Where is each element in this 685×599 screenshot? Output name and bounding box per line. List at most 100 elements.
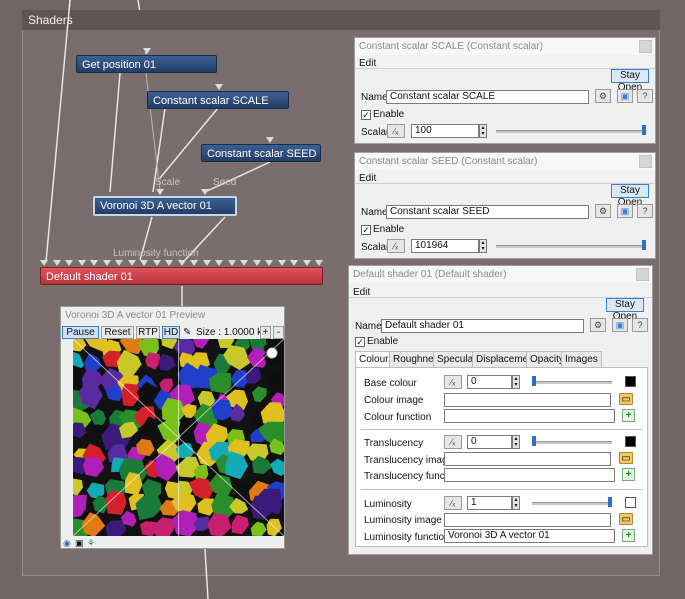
luminosity-function-field[interactable]: Voronoi 3D A vector 01	[444, 529, 615, 543]
close-icon[interactable]	[636, 268, 649, 281]
tab-colour[interactable]: Colour	[355, 351, 393, 368]
preview-render[interactable]	[73, 339, 284, 536]
shader-input-port[interactable]	[40, 260, 48, 266]
colour-image-field[interactable]	[444, 393, 611, 407]
hd-button[interactable]: HD	[162, 326, 180, 339]
translucency-field[interactable]: 0	[467, 435, 512, 449]
image-icon[interactable]: ▣	[617, 204, 633, 218]
enable-checkbox[interactable]: ✓	[361, 110, 371, 120]
node-input-port[interactable]	[156, 189, 164, 195]
node-input-port[interactable]	[215, 84, 223, 90]
folder-icon[interactable]: ▭	[619, 393, 633, 405]
node-get-position[interactable]: Get position 01	[76, 55, 217, 73]
shader-input-port[interactable]	[215, 260, 223, 266]
stay-open-button[interactable]: Stay Open	[611, 69, 649, 93]
luminosity-spinner[interactable]: ▴ ▾	[512, 496, 520, 510]
name-field[interactable]: Default shader 01	[381, 319, 584, 333]
luminosity-slider-thumb[interactable]	[608, 497, 612, 507]
camera-icon[interactable]: ▣	[75, 538, 84, 549]
translucency-spinner[interactable]: ▴ ▾	[512, 435, 520, 449]
shader-input-port[interactable]	[290, 260, 298, 266]
stay-open-button[interactable]: Stay Open	[611, 184, 649, 208]
luminosity-slider-track[interactable]	[532, 502, 612, 505]
scalar-field[interactable]: 100	[411, 124, 479, 138]
shader-input-port[interactable]	[252, 260, 261, 266]
base-colour-slider-thumb[interactable]	[532, 376, 536, 386]
shader-input-port[interactable]	[177, 260, 186, 266]
node-input-port[interactable]	[266, 137, 274, 143]
base-colour-slider-track[interactable]	[532, 381, 612, 384]
function-icon[interactable]: ∕ₓ	[444, 435, 462, 449]
zoom-in-button[interactable]: +	[260, 326, 271, 339]
shader-input-port[interactable]	[77, 260, 86, 266]
scalar-slider-track[interactable]	[496, 245, 646, 248]
shader-input-port[interactable]	[315, 260, 323, 266]
translucency-slider-thumb[interactable]	[532, 436, 536, 446]
node-input-port[interactable]	[201, 189, 209, 195]
base-colour-field[interactable]: 0	[467, 375, 512, 389]
light-source-icon[interactable]	[266, 347, 278, 359]
shader-input-port[interactable]	[190, 260, 198, 266]
scalar-slider-thumb[interactable]	[642, 240, 646, 250]
shader-input-port[interactable]	[277, 260, 286, 266]
function-icon[interactable]: ∕ₓ	[444, 496, 462, 510]
shader-input-port[interactable]	[165, 260, 173, 266]
node-constant-scalar-scale[interactable]: Constant scalar SCALE	[147, 91, 289, 109]
tab-images[interactable]: Images	[561, 351, 602, 367]
folder-icon[interactable]: ▭	[619, 513, 633, 525]
folder-icon[interactable]: ▭	[619, 452, 633, 464]
scalar-spinner[interactable]: ▴ ▾	[479, 124, 487, 138]
close-icon[interactable]	[639, 40, 652, 53]
function-icon[interactable]: ∕ₓ	[387, 124, 405, 138]
shader-input-port[interactable]	[240, 260, 248, 266]
add-function-icon[interactable]: +	[622, 468, 635, 481]
shader-input-port[interactable]	[102, 260, 111, 266]
link-icon[interactable]: ⚘	[87, 538, 95, 549]
node-constant-scalar-seed[interactable]: Constant scalar SEED	[201, 144, 321, 162]
rtp-button[interactable]: RTP	[136, 326, 160, 339]
scalar-slider-track[interactable]	[496, 130, 646, 133]
node-input-port[interactable]	[143, 48, 151, 54]
shader-input-port[interactable]	[152, 260, 161, 266]
shader-input-port[interactable]	[52, 260, 61, 266]
gear-icon[interactable]: ⚙	[590, 318, 606, 332]
enable-checkbox[interactable]: ✓	[355, 337, 365, 347]
name-field[interactable]: Constant scalar SEED	[386, 205, 589, 219]
translucency-image-field[interactable]	[444, 452, 611, 466]
close-icon[interactable]	[639, 155, 652, 168]
name-field[interactable]: Constant scalar SCALE	[386, 90, 589, 104]
translucency-slider-track[interactable]	[532, 441, 612, 444]
image-icon[interactable]: ▣	[617, 89, 633, 103]
shader-input-port[interactable]	[65, 260, 73, 266]
function-icon[interactable]: ∕ₓ	[387, 239, 405, 253]
luminosity-swatch[interactable]	[625, 497, 636, 508]
help-icon[interactable]: ?	[637, 89, 653, 103]
help-icon[interactable]: ?	[637, 204, 653, 218]
scalar-slider-thumb[interactable]	[642, 125, 646, 135]
node-voronoi[interactable]: Voronoi 3D A vector 01	[93, 196, 237, 216]
enable-checkbox[interactable]: ✓	[361, 225, 371, 235]
translucency-swatch[interactable]	[625, 436, 636, 447]
shader-input-port[interactable]	[115, 260, 123, 266]
eye-icon[interactable]: ◉	[63, 538, 71, 549]
shader-input-port[interactable]	[227, 260, 236, 266]
colour-function-field[interactable]	[444, 409, 615, 423]
shader-input-port[interactable]	[90, 260, 98, 266]
add-function-icon[interactable]: +	[622, 529, 635, 542]
add-function-icon[interactable]: +	[622, 409, 635, 422]
base-colour-spinner[interactable]: ▴ ▾	[512, 375, 520, 389]
shader-input-port[interactable]	[202, 260, 211, 266]
luminosity-field[interactable]: 1	[467, 496, 512, 510]
help-icon[interactable]: ?	[632, 318, 648, 332]
base-colour-swatch[interactable]	[625, 376, 636, 387]
shader-input-port[interactable]	[265, 260, 273, 266]
pause-button[interactable]: Pause	[62, 326, 99, 339]
gear-icon[interactable]: ⚙	[595, 89, 611, 103]
translucency-function-field[interactable]	[444, 468, 615, 482]
image-icon[interactable]: ▣	[612, 318, 628, 332]
shader-input-port[interactable]	[127, 260, 136, 266]
gear-icon[interactable]: ⚙	[595, 204, 611, 218]
stay-open-button[interactable]: Stay Open	[606, 298, 644, 322]
scalar-field[interactable]: 101964	[411, 239, 479, 253]
luminosity-image-field[interactable]	[444, 513, 611, 527]
